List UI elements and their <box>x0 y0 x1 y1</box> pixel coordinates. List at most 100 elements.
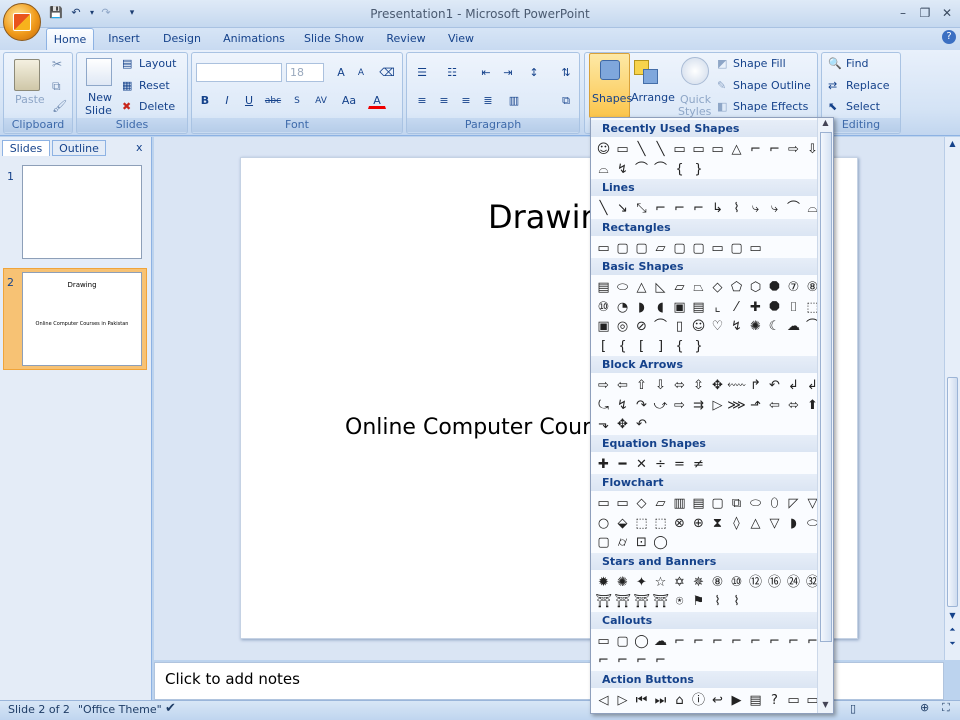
shape-icon[interactable]: ⛩ <box>594 592 613 611</box>
replace-button[interactable]: Replace <box>846 77 890 95</box>
shape-icon[interactable]: ╲ <box>651 140 670 159</box>
shape-icon[interactable]: ☺ <box>689 317 708 336</box>
shape-icon[interactable]: ◖ <box>651 298 670 317</box>
justify-icon[interactable]: ≣ <box>479 91 497 109</box>
shape-icon[interactable]: ⇳ <box>689 376 708 395</box>
shape-icon[interactable]: ÷ <box>651 455 670 474</box>
shape-icon[interactable]: ⑧ <box>708 573 727 592</box>
shape-icon[interactable]: ◗ <box>784 514 803 533</box>
shape-icon[interactable]: ↱ <box>746 376 765 395</box>
shape-icon[interactable]: ↯ <box>613 160 632 179</box>
shape-icon[interactable]: ▢ <box>594 533 613 552</box>
shape-icon[interactable]: ▽ <box>765 514 784 533</box>
vertical-scrollbar[interactable]: ▲ ▼ ⏶ ⏷ <box>944 137 960 660</box>
shape-icon[interactable]: ▭ <box>689 140 708 159</box>
shape-icon[interactable]: ⍟ <box>670 592 689 611</box>
shape-icon[interactable]: ✵ <box>689 573 708 592</box>
shape-icon[interactable]: ☁ <box>784 317 803 336</box>
slide-thumbnail-2[interactable]: Drawing Online Computer Courses in Pakis… <box>22 272 142 366</box>
shape-icon[interactable]: ◔ <box>613 298 632 317</box>
shape-icon[interactable]: ⛩ <box>613 592 632 611</box>
shape-icon[interactable]: △ <box>632 278 651 297</box>
shape-icon[interactable]: ⌐ <box>670 199 689 218</box>
shape-icon[interactable]: ⌐ <box>651 651 670 670</box>
shape-icon[interactable]: ☆ <box>651 573 670 592</box>
quick-styles-icon[interactable] <box>681 57 709 85</box>
shape-icon[interactable]: ◯ <box>632 632 651 651</box>
shape-icon[interactable]: ✺ <box>746 317 765 336</box>
next-slide-icon[interactable]: ⏷ <box>945 639 960 649</box>
shape-icon[interactable]: ⌐ <box>613 651 632 670</box>
shape-icon[interactable]: ⧉ <box>727 494 746 513</box>
shape-icon[interactable]: ] <box>651 337 670 356</box>
shape-icon[interactable]: ⤷ <box>765 199 784 218</box>
shape-icon[interactable]: ⌷ <box>784 298 803 317</box>
shape-icon[interactable]: ▭ <box>708 140 727 159</box>
shape-effects-button[interactable]: Shape Effects <box>733 98 808 116</box>
shape-icon[interactable]: ⤷ <box>746 199 765 218</box>
shape-icon[interactable]: ↲ <box>784 376 803 395</box>
font-name-combo[interactable] <box>196 63 282 82</box>
shape-icon[interactable]: ⤿ <box>594 396 613 415</box>
shape-icon[interactable]: ╲ <box>594 199 613 218</box>
shape-icon[interactable]: ⬳ <box>727 376 746 395</box>
increase-indent-icon[interactable]: ⇥ <box>499 63 517 81</box>
shape-icon[interactable]: ▢ <box>727 239 746 258</box>
spellcheck-icon[interactable]: ✔ <box>165 701 176 716</box>
shape-icon[interactable]: ⌞ <box>708 298 727 317</box>
shape-icon[interactable]: △ <box>746 514 765 533</box>
gallery-scroll-up-icon[interactable]: ▲ <box>818 118 833 127</box>
shape-icon[interactable]: ✚ <box>746 298 765 317</box>
shape-icon[interactable]: ▢ <box>613 239 632 258</box>
shape-icon[interactable]: ▤ <box>746 691 765 710</box>
shape-icon[interactable]: ☾ <box>765 317 784 336</box>
cut-icon[interactable]: ✂ <box>52 57 62 71</box>
shape-icon[interactable]: [ <box>632 337 651 356</box>
grow-font-button[interactable]: A <box>332 63 350 81</box>
shape-icon[interactable]: ⬏ <box>746 396 765 415</box>
change-case-button[interactable]: Aa <box>338 91 360 109</box>
shape-icon[interactable]: ⌐ <box>765 140 784 159</box>
shape-icon[interactable]: ✥ <box>613 415 632 434</box>
shape-icon[interactable]: ↷ <box>632 396 651 415</box>
paste-button[interactable]: Paste <box>15 93 45 106</box>
shape-icon[interactable]: ✚ <box>594 455 613 474</box>
shape-icon[interactable]: ⬎ <box>594 415 613 434</box>
shape-icon[interactable]: ⌒ <box>651 317 670 336</box>
shape-icon[interactable]: ⑦ <box>784 278 803 297</box>
new-slide-icon[interactable] <box>86 58 112 86</box>
strikethrough-button[interactable]: abc <box>262 91 284 109</box>
shape-icon[interactable]: ⬠ <box>727 278 746 297</box>
shape-icon[interactable]: ↩ <box>708 691 727 710</box>
shape-icon[interactable]: ⤡ <box>632 199 651 218</box>
shape-icon[interactable]: ▣ <box>594 317 613 336</box>
shape-icon[interactable]: ⌐ <box>746 140 765 159</box>
shape-icon[interactable]: ⌇ <box>727 592 746 611</box>
italic-button[interactable]: I <box>218 91 236 109</box>
tab-slide-show[interactable]: Slide Show <box>298 28 370 50</box>
shape-icon[interactable]: ▣ <box>670 298 689 317</box>
shape-icon[interactable]: ◺ <box>651 278 670 297</box>
shape-icon[interactable]: ◁ <box>594 691 613 710</box>
align-center-icon[interactable]: ≡ <box>435 91 453 109</box>
shape-icon[interactable]: ▷ <box>613 691 632 710</box>
shape-icon[interactable]: ▤ <box>594 278 613 297</box>
shape-icon[interactable]: ✺ <box>613 573 632 592</box>
shape-icon[interactable]: } <box>689 160 708 179</box>
redo-icon[interactable]: ↷ <box>98 5 114 21</box>
shape-icon[interactable]: { <box>670 337 689 356</box>
shape-icon[interactable]: ⌇ <box>708 592 727 611</box>
char-spacing-button[interactable]: AV <box>310 91 332 109</box>
close-button[interactable]: ✕ <box>936 4 958 22</box>
align-right-icon[interactable]: ≡ <box>457 91 475 109</box>
shape-icon[interactable]: ⑩ <box>594 298 613 317</box>
shape-icon[interactable]: ✡ <box>670 573 689 592</box>
shape-icon[interactable]: ⬄ <box>784 396 803 415</box>
shape-icon[interactable]: ▱ <box>670 278 689 297</box>
shape-icon[interactable]: ⓘ <box>689 691 708 710</box>
tab-review[interactable]: Review <box>380 28 432 50</box>
copy-icon[interactable]: ⧉ <box>52 79 61 94</box>
shape-icon[interactable]: ⌇ <box>727 199 746 218</box>
shape-icon[interactable]: ⑯ <box>765 573 784 592</box>
shape-icon[interactable]: ▭ <box>784 691 803 710</box>
